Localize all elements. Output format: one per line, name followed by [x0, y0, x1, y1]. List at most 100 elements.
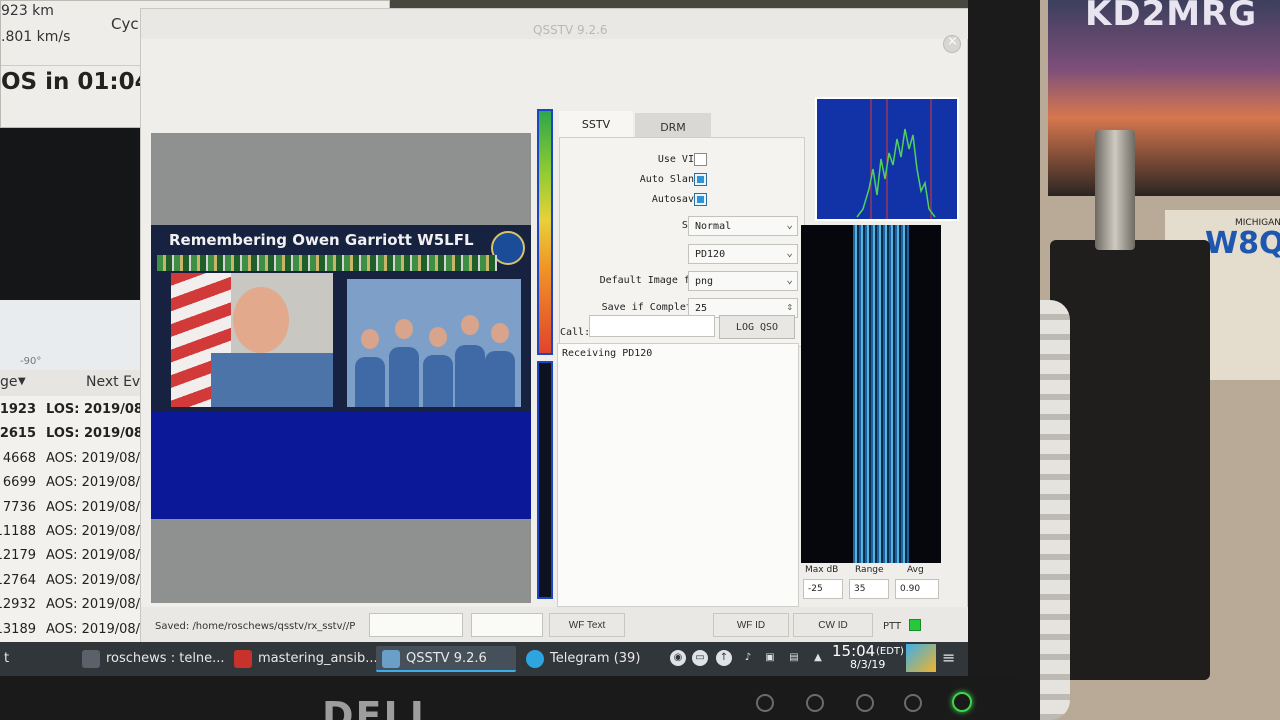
- task-telegram[interactable]: Telegram (39): [520, 646, 660, 672]
- call-label: Call:: [560, 327, 591, 338]
- crew-head: [491, 323, 509, 343]
- map-latitude-label: -90°: [20, 356, 42, 367]
- tab-sstv[interactable]: SSTV: [559, 111, 633, 137]
- pdf-icon: [234, 650, 252, 668]
- autosave-checkbox[interactable]: [694, 193, 707, 206]
- desktop-preview-icon[interactable]: [906, 644, 936, 672]
- call-input[interactable]: [589, 315, 715, 337]
- pass-event: AOS: 2019/08/: [46, 621, 141, 637]
- ptt-label: PTT: [883, 621, 902, 632]
- ptt-indicator: [909, 619, 921, 631]
- pass-event: AOS: 2019/08/: [46, 524, 141, 539]
- table-row[interactable]: 13189 AOS: 2019/08/: [0, 618, 148, 642]
- task-pdf[interactable]: mastering_ansib...: [228, 646, 378, 672]
- spin-arrows-icon[interactable]: ⇕: [786, 300, 793, 313]
- monitor-button-icon[interactable]: [856, 694, 874, 712]
- spectrum-display[interactable]: [815, 97, 959, 221]
- table-row[interactable]: 7736 AOS: 2019/08/: [0, 496, 148, 520]
- qsstv-icon: [382, 650, 400, 668]
- volume-icon[interactable]: ♪: [740, 650, 756, 666]
- table-row[interactable]: 2615 LOS: 2019/08/: [0, 422, 148, 446]
- world-map: [0, 110, 145, 370]
- close-icon[interactable]: ×: [943, 34, 961, 53]
- coax-connector: [1095, 130, 1135, 250]
- portrait-face: [233, 287, 289, 353]
- tab-drm[interactable]: DRM: [635, 113, 711, 137]
- monitor-button-icon[interactable]: [806, 694, 824, 712]
- status-log: Receiving PD120: [557, 343, 799, 607]
- window-titlebar[interactable]: QSSTV 9.2.6 ×: [141, 9, 968, 53]
- use-vis-checkbox[interactable]: [694, 153, 707, 166]
- waterfall-controls: Max dB Range Avg -25 35 0.90: [801, 565, 941, 601]
- image-format-dropdown[interactable]: png ⌄: [688, 271, 798, 291]
- log-qso-button[interactable]: LOG QSO: [719, 315, 795, 339]
- cw-id-button[interactable]: CW ID: [793, 613, 873, 637]
- saved-path: Saved: /home/roschews/qsstv/rx_sstv//P: [155, 621, 356, 632]
- menu-icon[interactable]: ≡: [942, 648, 955, 667]
- monitor-button-icon[interactable]: [756, 694, 774, 712]
- task-label: Telegram (39): [550, 651, 641, 666]
- range-spinbox[interactable]: 35: [849, 579, 889, 599]
- table-row[interactable]: 12932 AOS: 2019/08/: [0, 593, 148, 617]
- task-label: mastering_ansib...: [258, 651, 378, 666]
- pass-id: 6699: [2, 475, 36, 491]
- expand-tray-icon[interactable]: ▲: [810, 650, 826, 666]
- received-sstv-image: Remembering Owen Garriott W5LFL: [151, 225, 531, 411]
- pass-id: 2615: [0, 426, 36, 442]
- pass-id: 4668: [2, 450, 36, 466]
- crew-member: [455, 345, 485, 407]
- table-row[interactable]: 12764 AOS: 2019/08/: [0, 569, 148, 593]
- bottom-field[interactable]: [369, 613, 463, 637]
- lock-icon[interactable]: ▣: [762, 650, 778, 666]
- avg-spinbox[interactable]: 0.90: [895, 579, 939, 599]
- qsstv-bottom-bar: Saved: /home/roschews/qsstv/rx_sstv//P W…: [141, 607, 968, 643]
- chevron-down-icon: ⌄: [786, 246, 793, 259]
- bottom-field[interactable]: [471, 613, 543, 637]
- monitor-button-icon[interactable]: [904, 694, 922, 712]
- table-row[interactable]: 4668 AOS: 2019/08/: [0, 447, 148, 471]
- table-row[interactable]: 6699 AOS: 2019/08/: [0, 471, 148, 495]
- task-qsstv[interactable]: QSSTV 9.2.6: [376, 646, 516, 672]
- network-icon[interactable]: ◉: [670, 650, 686, 666]
- portrait-photo: [171, 273, 333, 407]
- update-icon[interactable]: ↑: [716, 650, 732, 666]
- image-noise-line: [157, 255, 497, 271]
- wf-text-button[interactable]: WF Text: [549, 613, 625, 637]
- table-row[interactable]: 1923 LOS: 2019/08/: [0, 398, 148, 422]
- monitor-logo: DELL: [322, 694, 436, 720]
- column-header-range[interactable]: ge: [0, 374, 18, 390]
- pass-event: LOS: 2019/08/: [46, 426, 148, 442]
- pass-id: 11188: [0, 524, 36, 539]
- range-value: 923 km: [1, 3, 54, 19]
- pass-id: 12764: [0, 572, 36, 588]
- pass-id: 1923: [0, 402, 36, 417]
- clock-date: 8/3/19: [850, 658, 886, 671]
- signals-dropdown[interactable]: Normal ⌄: [688, 216, 798, 236]
- clipboard-icon[interactable]: ▤: [786, 650, 802, 666]
- task-item[interactable]: t: [0, 646, 34, 672]
- range-rate-value: .801 km/s: [1, 29, 71, 45]
- crew-head: [395, 319, 413, 339]
- image-format-value: png: [695, 276, 714, 287]
- power-icon[interactable]: [952, 692, 972, 712]
- wf-id-button[interactable]: WF ID: [713, 613, 789, 637]
- status-text: Receiving PD120: [562, 348, 653, 359]
- spectrum-svg: [856, 99, 936, 219]
- waterfall-display[interactable]: [801, 225, 941, 563]
- sstv-image-caption: Remembering Owen Garriott W5LFL: [169, 231, 474, 249]
- auto-slant-checkbox[interactable]: [694, 173, 707, 186]
- los-countdown: OS in 01:04: [1, 69, 151, 95]
- qsl-callsign-2: W8QN: [1205, 226, 1280, 261]
- task-label: QSSTV 9.2.6: [406, 651, 487, 666]
- pass-id: 12179: [0, 548, 36, 564]
- pass-event: AOS: 2019/08/: [46, 450, 141, 466]
- table-row[interactable]: 11188 AOS: 2019/08/: [0, 520, 148, 544]
- pass-event: LOS: 2019/08/: [46, 402, 148, 417]
- telegram-icon: [526, 650, 544, 668]
- sort-down-icon[interactable]: ▼: [18, 376, 26, 387]
- display-icon[interactable]: ▭: [692, 650, 708, 666]
- mode-dropdown[interactable]: PD120 ⌄: [688, 244, 798, 264]
- task-terminal[interactable]: roschews : telne...: [76, 646, 225, 672]
- max-db-spinbox[interactable]: -25: [803, 579, 843, 599]
- table-row[interactable]: 12179 AOS: 2019/08/: [0, 544, 148, 568]
